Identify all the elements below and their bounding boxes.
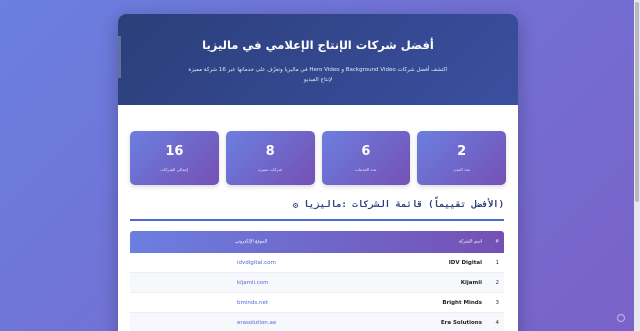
hero-banner: أفضل شركات الإنتاج الإعلامي في ماليزيا ا… [118, 14, 518, 105]
watermark [617, 314, 628, 322]
table-row: 2 Kijamii kijamii.com [130, 273, 504, 293]
header-name: اسم الشركة [458, 239, 482, 245]
stat-number: 16 [165, 144, 184, 159]
row-number: 3 [495, 299, 500, 306]
company-name: IDV Digital [448, 259, 482, 266]
stat-card-total: 16 إجمالي الشركات [130, 131, 219, 185]
table-row: 3 Bright Minds bminds.net [130, 293, 504, 313]
company-link[interactable]: idvdigital.com [237, 260, 276, 266]
stat-card-cities: 2 عدد المدن [417, 131, 506, 185]
company-link[interactable]: erasolution.ae [237, 320, 276, 326]
table-header: # اسم الشركة الموقع الإلكتروني [130, 231, 504, 253]
header-url: الموقع الإلكتروني [235, 239, 268, 245]
stat-number: 2 [457, 144, 467, 159]
row-number: 4 [495, 319, 500, 326]
stat-label: عدد المدن [453, 167, 471, 172]
scrollbar-thumb[interactable] [635, 2, 639, 202]
row-number: 2 [495, 279, 500, 286]
stat-number: 6 [361, 144, 371, 159]
stat-label: عدد الخدمات [355, 167, 377, 172]
companies-table: # اسم الشركة الموقع الإلكتروني 1 IDV Dig… [130, 231, 504, 331]
stat-card-services: 6 عدد الخدمات [321, 131, 411, 185]
stat-number: 8 [265, 144, 275, 159]
page-scrollbar[interactable] [634, 0, 640, 331]
company-link[interactable]: kijamii.com [237, 280, 269, 286]
main-card: أفضل شركات الإنتاج الإعلامي في ماليزيا ا… [118, 14, 518, 331]
stat-label: إجمالي الشركات [160, 167, 189, 172]
row-number: 1 [495, 259, 500, 266]
stat-card-featured: 8 شركات مميزة [225, 131, 315, 185]
company-link[interactable]: bminds.net [237, 300, 268, 306]
company-name: Bright Minds [442, 299, 482, 306]
stats-row: 2 عدد المدن 6 عدد الخدمات 8 شركات مميزة … [130, 131, 506, 185]
hero-subtitle: اكتشف أفضل شركات Background Video و Hero… [188, 67, 448, 83]
section-title: (الأفضل تقييماً) قائمة الشركات :ماليزيا … [292, 200, 504, 210]
section-divider [130, 219, 504, 221]
header-num: # [495, 239, 499, 245]
hero-accent-bar [118, 36, 121, 78]
page-title: أفضل شركات الإنتاج الإعلامي في ماليزيا [202, 38, 434, 52]
stat-label: شركات مميزة [258, 167, 282, 172]
table-row: 4 Era Solutions erasolution.ae [130, 313, 504, 331]
company-name: Kijamii [460, 279, 482, 286]
table-row: 1 IDV Digital idvdigital.com [130, 253, 504, 273]
watermark-icon [617, 314, 625, 322]
table-body: 1 IDV Digital idvdigital.com 2 Kijamii k… [130, 253, 504, 331]
company-name: Era Solutions [440, 319, 482, 326]
